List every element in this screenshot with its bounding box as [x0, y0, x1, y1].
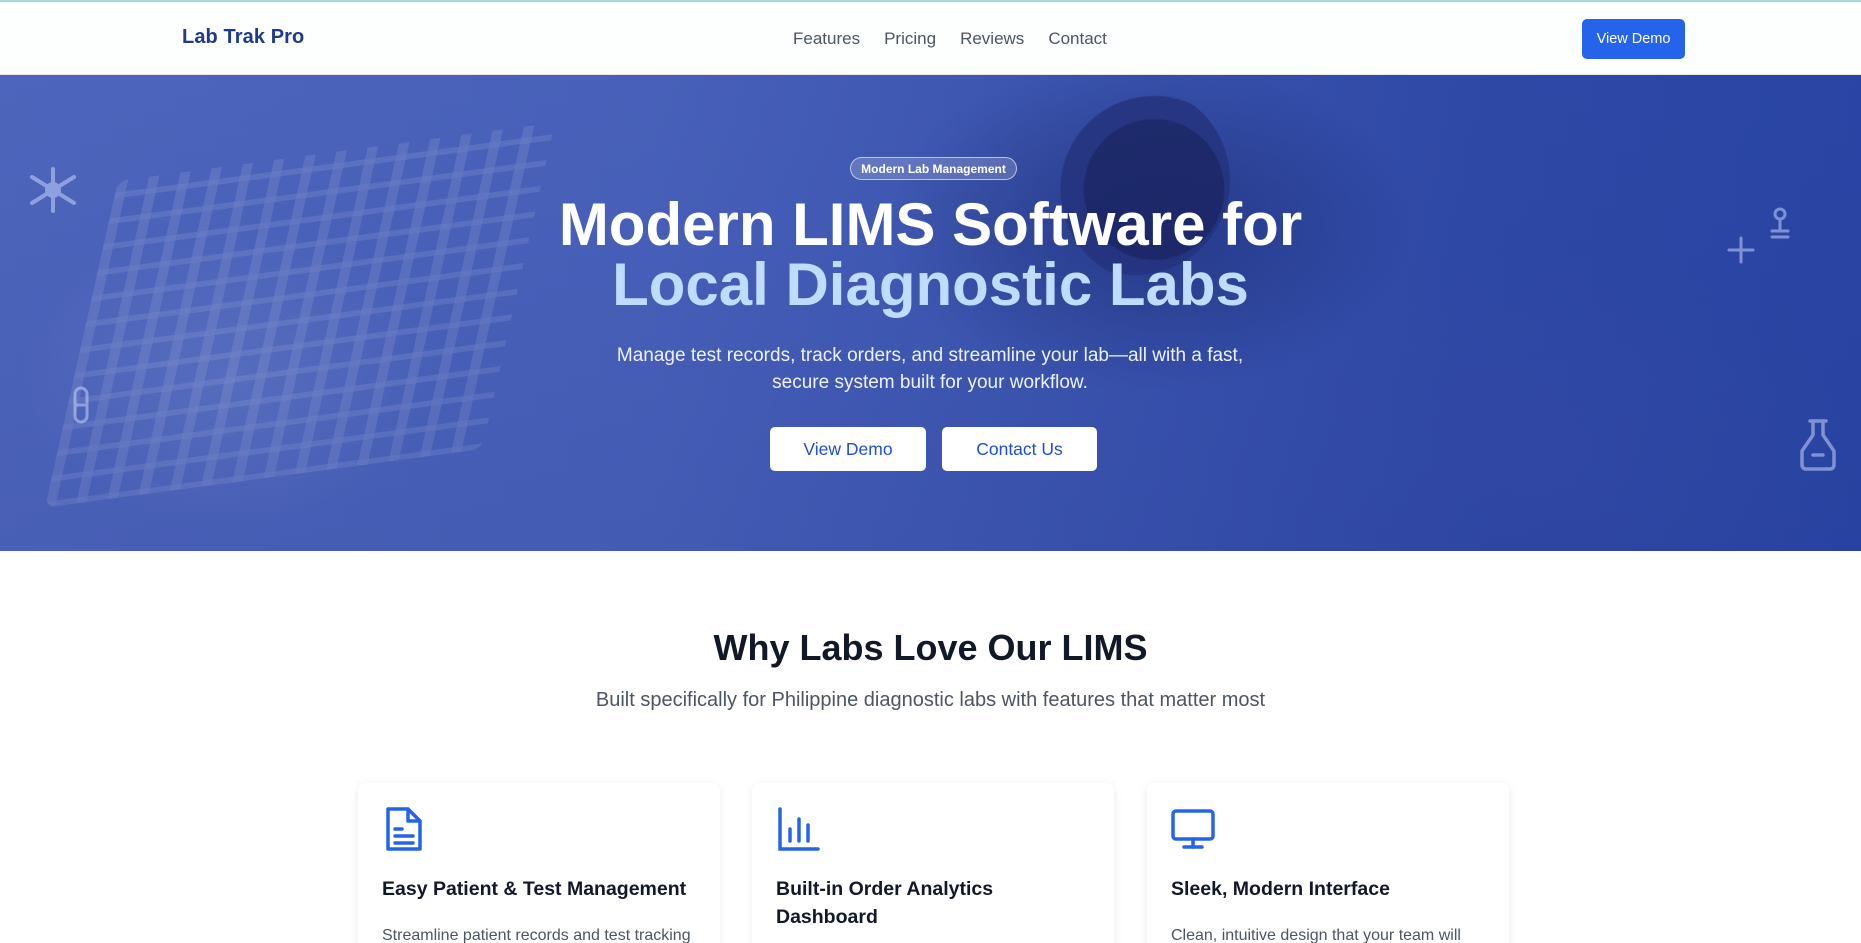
nav-link-pricing[interactable]: Pricing	[884, 29, 936, 49]
hero-subtitle: Manage test records, track orders, and s…	[580, 342, 1280, 396]
hero-contact-us-button[interactable]: Contact Us	[942, 427, 1097, 471]
feature-card-modern-interface: Sleek, Modern Interface Clean, intuitive…	[1147, 783, 1509, 943]
hero-subtitle-line2: secure system built for your workflow.	[772, 372, 1088, 393]
hero-title-line2: Local Diagnostic Labs	[612, 251, 1249, 318]
hero-badge: Modern Lab Management	[850, 157, 1017, 180]
feature-card-text: Clean, intuitive design that your team w…	[1171, 927, 1461, 943]
nav-links: Features Pricing Reviews Contact	[793, 29, 1131, 49]
bar-chart-icon	[778, 807, 820, 851]
feature-card-text: Streamline patient records and test trac…	[382, 927, 691, 943]
features-title: Why Labs Love Our LIMS	[713, 627, 1148, 668]
feature-card-title-line2: Dashboard	[776, 906, 878, 928]
nav-link-reviews[interactable]: Reviews	[960, 29, 1024, 49]
features-subtitle: Built specifically for Philippine diagno…	[595, 689, 1266, 711]
monitor-icon	[1171, 809, 1215, 849]
hero-subtitle-line1: Manage test records, track orders, and s…	[616, 345, 1244, 366]
feature-card-title: Sleek, Modern Interface	[1171, 878, 1390, 900]
hero-view-demo-button[interactable]: View Demo	[770, 427, 926, 471]
document-icon	[386, 807, 422, 851]
nav-link-contact[interactable]: Contact	[1048, 29, 1107, 49]
pill-icon	[73, 386, 89, 424]
nav-view-demo-button[interactable]: View Demo	[1582, 19, 1685, 59]
feature-card-title: Built-in Order Analytics Dashboard	[776, 875, 1096, 931]
brand-logo[interactable]: Lab Trak Pro	[182, 26, 304, 49]
feature-card-title: Easy Patient & Test Management	[382, 878, 687, 900]
feature-card-title-line1: Built-in Order Analytics	[776, 878, 994, 900]
hero-title-line1: Modern LIMS Software for	[558, 191, 1303, 258]
feature-card-order-analytics: Built-in Order Analytics Dashboard	[752, 783, 1114, 943]
flask-icon	[1800, 419, 1836, 471]
feature-card-patient-management: Easy Patient & Test Management Streamlin…	[358, 783, 720, 943]
navbar: Lab Trak Pro Features Pricing Reviews Co…	[0, 2, 1861, 75]
hero-section: Modern Lab Management Modern LIMS Softwa…	[0, 75, 1861, 551]
nav-link-features[interactable]: Features	[793, 29, 860, 49]
